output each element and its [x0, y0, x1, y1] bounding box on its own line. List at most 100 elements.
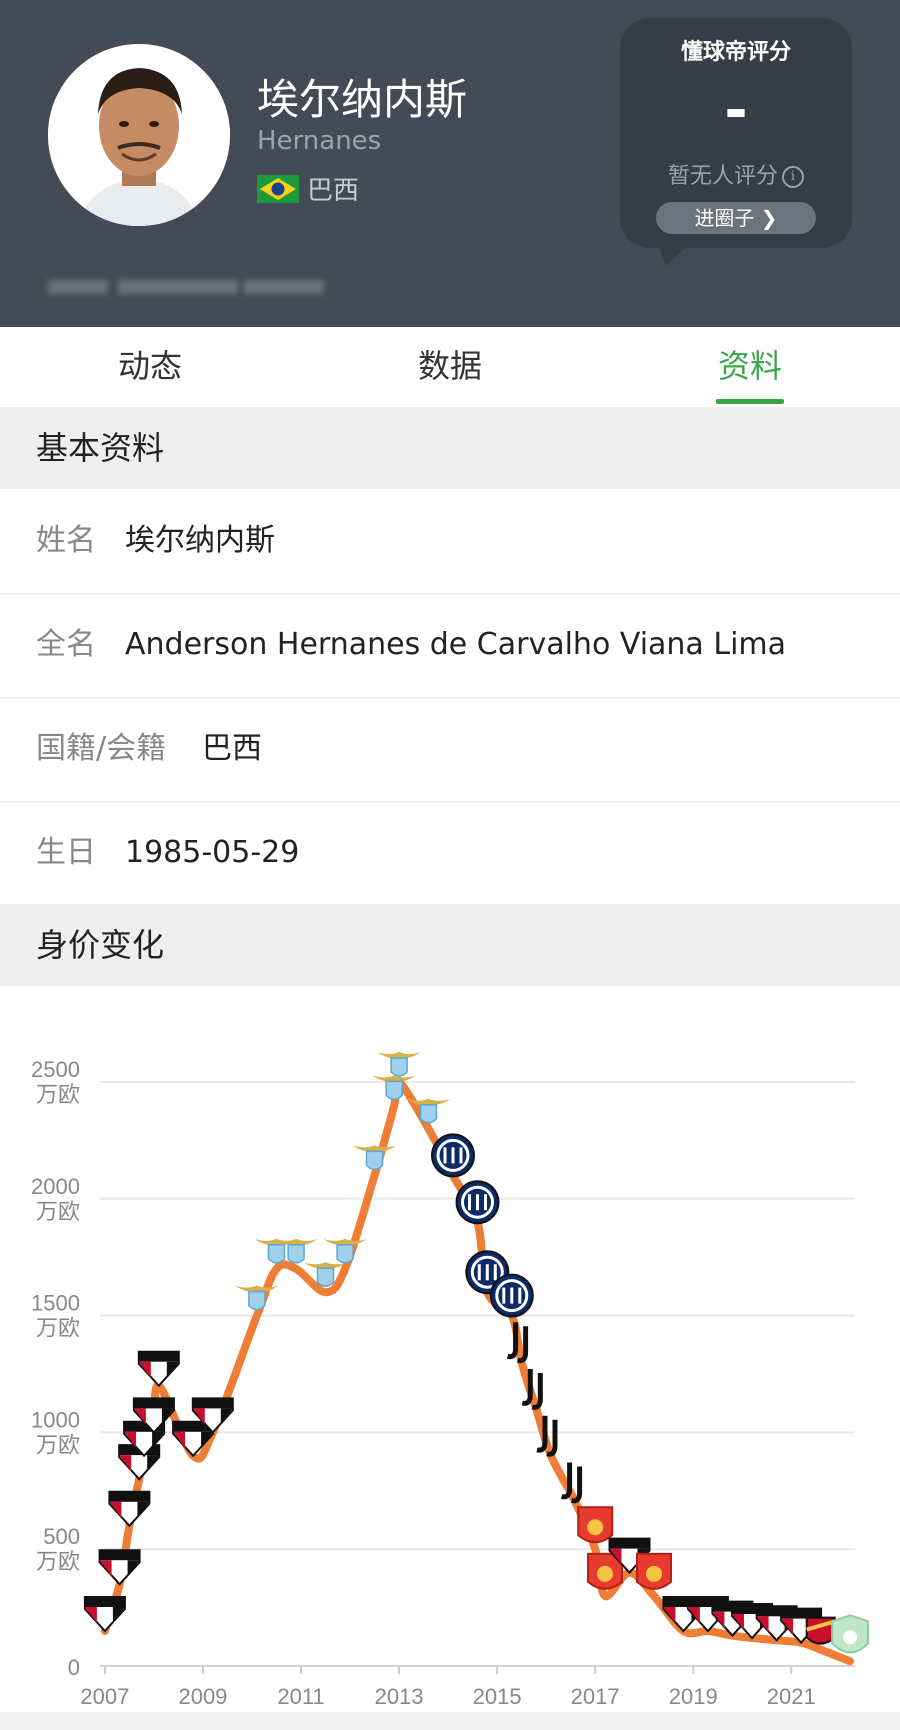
rating-status: 暂无人评分 i: [620, 158, 852, 190]
x-tick-label: 2007: [80, 1684, 129, 1709]
data-point-marker spfc-badge-icon: [108, 1490, 151, 1528]
nationality-text: 巴西: [307, 176, 360, 206]
tab-profile[interactable]: 资料: [650, 327, 850, 407]
spfc-band: [609, 1538, 650, 1549]
rating-status-text: 暂无人评分: [667, 164, 778, 189]
tab-stats[interactable]: 数据: [350, 327, 550, 407]
y-tick-label: 500: [43, 1524, 80, 1549]
data-point-marker inter-badge-icon: [455, 1180, 500, 1225]
info-value: Anderson Hernanes de Carvalho Viana Lima: [125, 627, 787, 662]
basic-info-header: 基本资料: [0, 407, 900, 489]
info-row-birthday: 生日 1985-05-29: [0, 801, 900, 907]
player-header: 埃尔纳内斯 Hernanes 巴西 懂球帝评分 - 暂无人评分 i 进圈子 ❯: [0, 0, 900, 327]
data-point-marker spfc-badge-icon: [98, 1549, 141, 1586]
data-point-marker inter-badge-icon: [489, 1273, 534, 1318]
player-name: 埃尔纳内斯: [257, 75, 468, 124]
spfc-band: [133, 1398, 174, 1409]
x-tick-label: 2015: [473, 1684, 522, 1709]
y-tick-unit: 万欧: [36, 1200, 80, 1225]
info-row-nationality: 国籍/会籍 巴西: [0, 697, 900, 803]
spfc-band: [192, 1398, 233, 1409]
tab-news[interactable]: 动态: [50, 327, 250, 407]
y-tick-unit: 万欧: [36, 1083, 80, 1108]
brazil-flag-icon: [257, 174, 299, 203]
data-point-marker lazio-eagle-icon: [234, 1285, 279, 1311]
data-point-marker lazio-eagle-icon: [377, 1052, 422, 1077]
data-point-marker default-shield-icon: [831, 1614, 870, 1654]
hebei-dragon: [587, 1519, 604, 1536]
active-tab-indicator: [716, 399, 784, 404]
info-row-name: 姓名 埃尔纳内斯: [0, 489, 900, 595]
lazio-shield: [385, 1080, 403, 1101]
data-point-marker spfc-badge-icon: [83, 1596, 126, 1633]
spfc-red: [99, 1560, 112, 1577]
y-tick-label: 1500: [31, 1291, 80, 1316]
shield-ball: [843, 1630, 858, 1645]
lazio-shield: [316, 1267, 335, 1287]
data-point-marker sport-recife-badge-icon: [805, 1616, 836, 1645]
x-tick-label: 2011: [277, 1684, 324, 1709]
data-point-marker hebei-badge-icon: [577, 1506, 614, 1544]
info-label: 国籍/会籍: [36, 731, 167, 766]
enter-circle-button[interactable]: 进圈子 ❯: [656, 202, 816, 234]
rating-value: -: [724, 78, 748, 143]
lazio-shield: [336, 1244, 354, 1264]
player-avatar: [48, 44, 230, 226]
spfc-red: [119, 1455, 132, 1472]
hebei-dragon: [646, 1565, 662, 1582]
lazio-shield: [248, 1290, 266, 1311]
lazio-shield: [267, 1244, 286, 1264]
x-tick-label: 2013: [375, 1684, 424, 1709]
x-tick-label: 2021: [767, 1684, 816, 1709]
data-point-marker hebei-badge-icon: [636, 1552, 672, 1590]
lazio-shield: [390, 1057, 408, 1077]
basic-info-title: 基本资料: [36, 429, 165, 467]
lazio-shield: [419, 1103, 438, 1124]
data-point-marker inter-badge-icon: [431, 1133, 475, 1178]
lazio-shield: [365, 1150, 384, 1171]
y-tick-unit: 万欧: [36, 1550, 80, 1575]
rating-title: 懂球帝评分: [680, 40, 791, 65]
spfc-black: [166, 1361, 179, 1378]
spfc-band: [84, 1597, 125, 1607]
player-name-en: Hernanes: [257, 126, 382, 156]
rating-card: 懂球帝评分 - 暂无人评分 i 进圈子 ❯: [620, 18, 852, 248]
info-value: 埃尔纳内斯: [125, 523, 275, 558]
info-label: 生日: [36, 835, 96, 870]
spfc-band: [138, 1351, 179, 1362]
info-row-fullname: 全名 Anderson Hernanes de Carvalho Viana L…: [0, 593, 900, 699]
y-tick-unit: 万欧: [36, 1433, 80, 1458]
market-value-chart: 2500 万欧 2000 万欧 1500 万欧 1000 万欧 500 万欧 0 2007 2009 20…: [0, 1010, 900, 1716]
info-icon[interactable]: i: [782, 166, 804, 188]
y-tick-unit: 万欧: [36, 1317, 80, 1342]
data-point-marker lazio-eagle-icon: [406, 1098, 451, 1124]
y-tick-label: 2000: [31, 1174, 80, 1199]
data-point-marker spfc-badge-icon: [137, 1350, 180, 1388]
info-label: 全名: [36, 627, 96, 662]
spfc-black: [147, 1455, 160, 1472]
blurred-caption: [48, 272, 328, 302]
data-point-marker lazio-eagle-icon: [352, 1145, 397, 1171]
tab-bar: 动态 数据 资料: [0, 327, 900, 407]
spfc-black: [127, 1560, 140, 1577]
info-value: 1985-05-29: [125, 835, 300, 870]
x-tick-label: 2009: [178, 1684, 227, 1709]
spfc-red: [138, 1361, 151, 1378]
x-tick-label: 2019: [669, 1684, 718, 1709]
y-tick-label: 1000: [31, 1407, 80, 1432]
hebei-dragon: [597, 1565, 613, 1582]
rating-card-tail: [656, 240, 694, 266]
market-value-chart-svg: 2500万欧2000万欧1500万欧1000万欧500万欧02007 2009 20…: [31, 1052, 870, 1709]
footer-strip: [0, 1712, 900, 1730]
value-line: [100, 1077, 855, 1666]
x-tick-label: 2017: [571, 1684, 620, 1709]
market-value-title: 身价变化: [36, 926, 165, 964]
spfc-band: [109, 1491, 150, 1502]
info-value: 巴西: [202, 731, 262, 766]
y-tick-label: 2500: [31, 1057, 80, 1082]
data-point-marker lazio-eagle-icon: [323, 1238, 368, 1264]
lazio-shield: [287, 1244, 305, 1264]
y-tick-label: 0: [68, 1655, 80, 1680]
nationality: 巴西: [257, 170, 359, 207]
spfc-band: [99, 1550, 140, 1561]
